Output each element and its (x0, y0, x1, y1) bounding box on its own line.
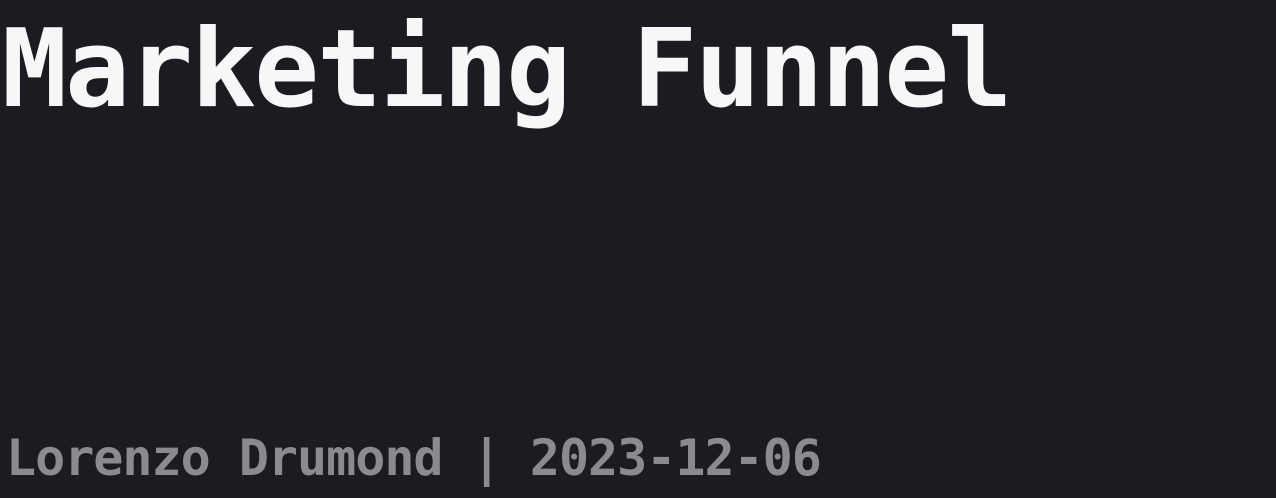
slide-title: Marketing Funnel (2, 7, 1012, 132)
author-date-byline: Lorenzo Drumond | 2023-12-06 (6, 429, 822, 487)
